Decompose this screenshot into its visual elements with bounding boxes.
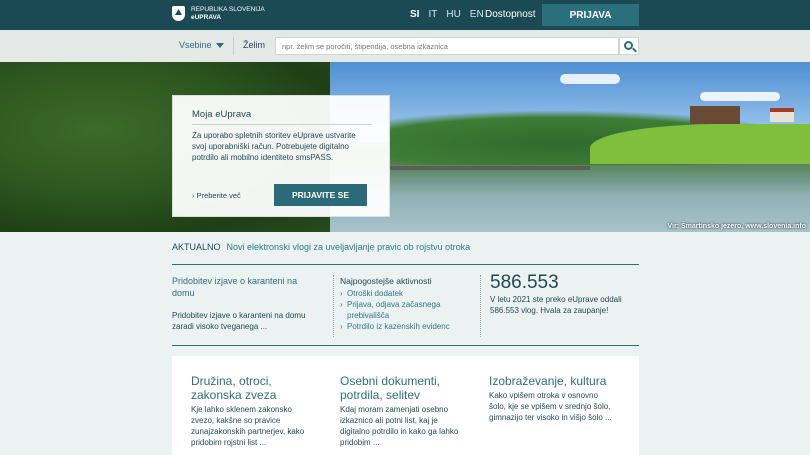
sign-in-button[interactable]: PRIJAVITE SE xyxy=(274,184,367,206)
news-link[interactable]: Novi elektronski vlogi za uveljavljanje … xyxy=(227,242,471,252)
language-switcher: SI IT HU EN xyxy=(410,9,484,20)
news-ticker: AKTUALNO Novi elektronski vlogi za uvelj… xyxy=(172,242,470,252)
divider xyxy=(480,275,481,337)
search-button[interactable] xyxy=(619,37,639,55)
house xyxy=(770,108,794,122)
top-bar: REPUBLIKA SLOVENIJA eUPRAVA SI IT HU EN … xyxy=(0,0,810,30)
want-label: Želim xyxy=(243,40,265,50)
divider xyxy=(192,124,372,125)
category-title[interactable]: Družina, otroci, zakonska zveza xyxy=(191,374,316,402)
lang-it[interactable]: IT xyxy=(428,9,437,20)
submissions-text: V letu 2021 ste preko eUprave oddali 586… xyxy=(490,295,622,315)
category-title[interactable]: Osebni dokumenti, potrdila, selitev xyxy=(340,374,465,402)
category-family: Družina, otroci, zakonska zveza Kje lahk… xyxy=(191,374,316,448)
chevron-down-icon xyxy=(215,42,224,48)
logo-line1: REPUBLIKA SLOVENIJA xyxy=(191,6,265,13)
lang-en[interactable]: EN xyxy=(470,9,484,20)
activities-title: Najpogostejše aktivnosti xyxy=(340,276,432,286)
house xyxy=(690,106,740,124)
featured-title-link[interactable]: Pridobitev izjave o karanteni na domu xyxy=(172,275,317,299)
news-label: AKTUALNO xyxy=(172,242,221,252)
activity-link[interactable]: Prijava, odjava začasnega prebivališča xyxy=(340,299,475,321)
category-text: Kdaj moram zamenjati osebno izkaznico al… xyxy=(340,405,459,447)
category-text: Kako vpišem otroka v osnovno šolo, kje s… xyxy=(489,391,612,422)
divider xyxy=(233,37,234,55)
activity-link[interactable]: Potrdilo iz kazenskih evidenc xyxy=(340,321,475,332)
hero-image: Vir: Šmartinsko jezero, www.slovenia.inf… xyxy=(0,62,810,232)
coat-of-arms-icon xyxy=(172,6,185,21)
search-bar: Vsebine Želim xyxy=(0,30,810,62)
card-title: Moja eUprava xyxy=(192,109,252,120)
activities-list: Otroški dodatek Prijava, odjava začasneg… xyxy=(340,288,475,332)
accessibility-link[interactable]: Dostopnost xyxy=(485,9,536,20)
content-menu-dropdown[interactable]: Vsebine xyxy=(179,40,224,50)
lang-hu[interactable]: HU xyxy=(446,9,460,20)
category-title[interactable]: Izobraževanje, kultura xyxy=(489,374,614,388)
login-card: Moja eUprava Za uporabo spletnih storite… xyxy=(172,95,390,217)
featured-text: Pridobitev izjave o karanteni na domu za… xyxy=(172,311,306,331)
login-button[interactable]: PRIJAVA xyxy=(542,4,639,26)
category-text: Kje lahko sklenem zakonsko zvezo, kakšne… xyxy=(191,405,305,447)
category-documents: Osebni dokumenti, potrdila, selitev Kdaj… xyxy=(340,374,465,448)
content-menu-label: Vsebine xyxy=(179,40,212,50)
logo-text: REPUBLIKA SLOVENIJA eUPRAVA xyxy=(191,6,265,21)
category-education: Izobraževanje, kultura Kako vpišem otrok… xyxy=(489,374,614,423)
logo-line2: eUPRAVA xyxy=(191,13,222,21)
card-text: Za uporabo spletnih storitev eUprave ust… xyxy=(192,131,356,162)
submissions-count: 586.553 xyxy=(490,272,559,293)
divider xyxy=(333,275,334,337)
logo[interactable]: REPUBLIKA SLOVENIJA eUPRAVA xyxy=(172,6,265,21)
read-more-link[interactable]: › Preberite več xyxy=(192,191,241,200)
search-input[interactable] xyxy=(275,37,619,55)
divider xyxy=(172,264,639,265)
image-caption: Vir: Šmartinsko jezero, www.slovenia.inf… xyxy=(667,223,806,230)
lang-si[interactable]: SI xyxy=(410,9,419,20)
divider xyxy=(172,345,639,346)
activity-link[interactable]: Otroški dodatek xyxy=(340,288,475,299)
